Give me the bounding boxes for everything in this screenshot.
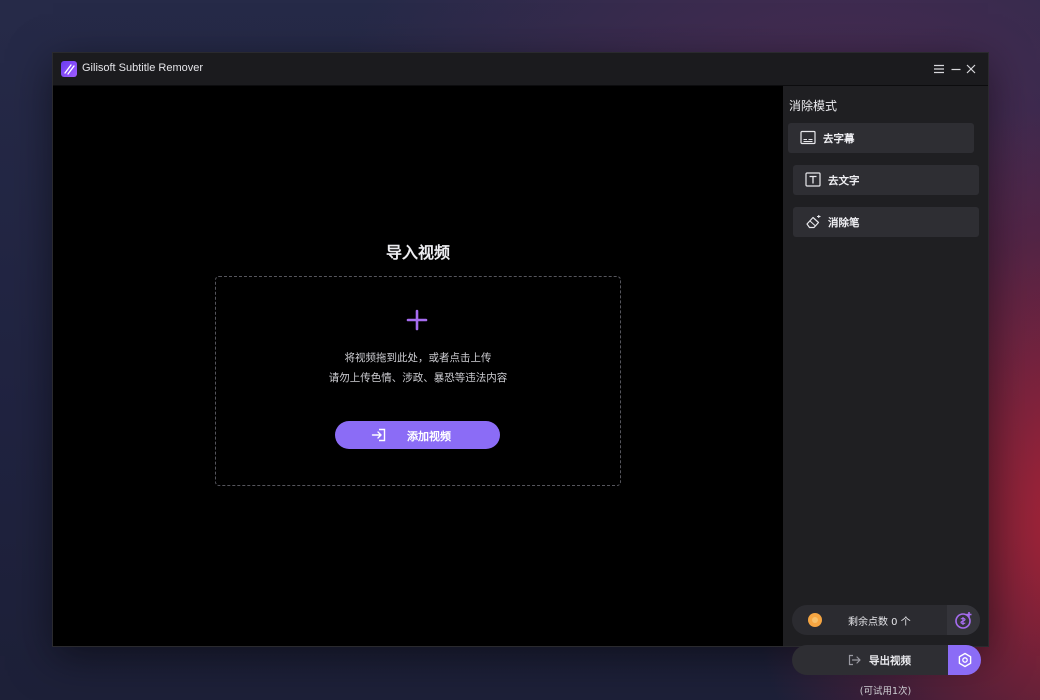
- plus-icon: [406, 309, 428, 331]
- menu-icon: [934, 64, 944, 74]
- export-settings-button[interactable]: [948, 645, 981, 675]
- app-window: Gilisoft Subtitle Remover 导入视频 将视频拖到此处，或…: [53, 53, 988, 697]
- export-video-button[interactable]: 导出视频: [792, 645, 948, 675]
- settings-hexagon-icon: [958, 652, 971, 668]
- subtitle-icon: [800, 130, 816, 145]
- app-title: Gilisoft Subtitle Remover: [82, 62, 204, 74]
- mode-remove-subtitle[interactable]: 去字幕: [788, 123, 974, 153]
- removal-mode-title: 消除模式: [789, 99, 838, 113]
- title-bar: Gilisoft Subtitle Remover: [53, 53, 988, 86]
- sidebar: 消除模式 去字幕 去文字 消除笔 剩余点数 0 个 导出视频 (可试用1次): [783, 86, 988, 697]
- mode-remove-text[interactable]: 去文字: [793, 165, 979, 195]
- mode-label: 去字幕: [823, 133, 855, 145]
- coin-icon: [808, 613, 822, 627]
- remaining-points: 剩余点数 0 个: [848, 617, 911, 628]
- add-video-button[interactable]: 添加视频: [335, 421, 500, 449]
- app-logo-icon: [61, 61, 77, 77]
- eraser-icon: [806, 215, 821, 229]
- points-bar: 剩余点数 0 个: [792, 605, 980, 635]
- import-title: 导入视频: [385, 243, 450, 262]
- export-icon: [848, 654, 861, 666]
- trial-note: (可试用1次): [859, 686, 912, 697]
- video-drop-zone[interactable]: 将视频拖到此处，或者点击上传 请勿上传色情、涉政、暴恐等违法内容 添加视频: [215, 276, 621, 486]
- mode-eraser-pen[interactable]: 消除笔: [793, 207, 979, 237]
- import-icon: [371, 428, 386, 442]
- text-icon: [805, 172, 821, 187]
- recharge-button[interactable]: [947, 605, 980, 635]
- close-button[interactable]: [961, 59, 981, 79]
- content-warning: 请勿上传色情、涉政、暴恐等违法内容: [328, 372, 508, 384]
- mode-label: 去文字: [828, 175, 860, 187]
- mode-label: 消除笔: [828, 217, 860, 229]
- add-video-label: 添加视频: [407, 430, 451, 443]
- export-bar: 导出视频: [792, 645, 981, 675]
- coin-plus-icon: [954, 612, 971, 629]
- video-stage: 导入视频 将视频拖到此处，或者点击上传 请勿上传色情、涉政、暴恐等违法内容 添加…: [53, 86, 783, 646]
- export-video-label: 导出视频: [869, 655, 911, 667]
- close-icon: [966, 64, 976, 74]
- drop-hint: 将视频拖到此处，或者点击上传: [344, 352, 492, 364]
